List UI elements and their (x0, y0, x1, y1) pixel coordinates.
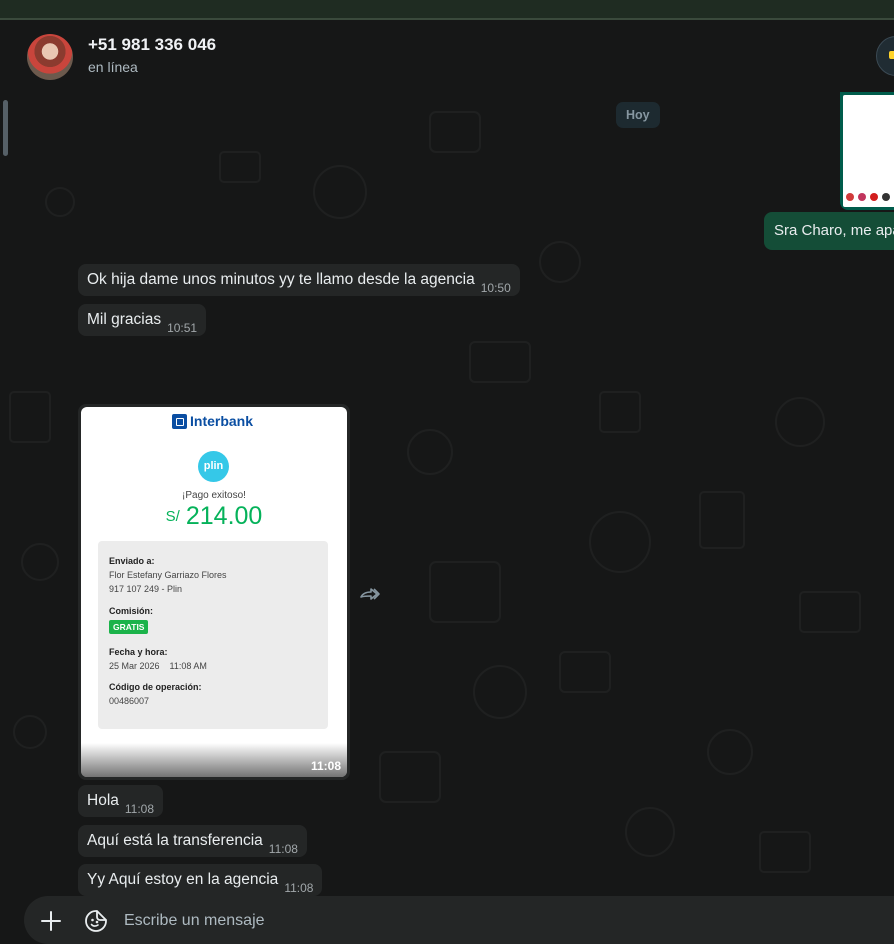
sent-to-phone: 917 107 249 - Plin (109, 584, 183, 594)
commission-badge: GRATIS (109, 620, 149, 634)
social-icons (846, 193, 890, 201)
yellow-badge-icon (889, 51, 894, 59)
sent-to-name: Flor Estefany Garriazo Flores (109, 570, 227, 580)
message-text: Ok hija dame unos minutos yy te llamo de… (87, 271, 475, 288)
sent-to-label: Enviado a: (109, 556, 155, 566)
incoming-message[interactable]: Yy Aquí estoy en la agencia 11:08 (78, 864, 323, 896)
chat-header[interactable]: +51 981 336 046 en línea (0, 20, 894, 92)
message-composer (0, 896, 894, 944)
forward-icon[interactable] (357, 582, 381, 606)
incoming-message[interactable]: Hola 11:08 (78, 785, 164, 817)
contact-status: en línea (88, 59, 138, 75)
message-text: Mil gracias (87, 311, 162, 328)
message-time: 11:08 (124, 802, 155, 816)
receipt-details: Enviado a: Flor Estefany Garriazo Flores… (98, 541, 328, 729)
datetime-value: 25 Mar 2026 11:08 AM (109, 661, 207, 671)
datetime-label: Fecha y hora: (109, 647, 168, 657)
scrollbar-thumb[interactable] (3, 100, 8, 156)
header-action-button[interactable] (876, 36, 894, 76)
incoming-message[interactable]: Ok hija dame unos minutos yy te llamo de… (78, 264, 520, 296)
message-list[interactable]: Hoy Sra Charo, me apa Ok hija dame unos … (0, 92, 894, 896)
payment-receipt-image[interactable]: Interbank plin ¡Pago exitoso! S/214.00 E… (81, 407, 347, 777)
message-input[interactable] (124, 908, 824, 934)
image-fade (81, 743, 347, 777)
message-text: Hola (87, 792, 119, 809)
contact-name[interactable]: +51 981 336 046 (88, 35, 216, 55)
message-text: Aquí está la transferencia (87, 832, 263, 849)
interbank-logo-icon (172, 413, 187, 429)
plus-icon[interactable] (40, 910, 62, 932)
commission-label: Comisión: (109, 606, 153, 616)
window-top-strip (0, 0, 894, 20)
operation-label: Código de operación: (109, 682, 202, 692)
contact-avatar[interactable] (27, 34, 73, 80)
incoming-image-message[interactable]: Interbank plin ¡Pago exitoso! S/214.00 E… (78, 404, 350, 780)
message-time: 10:50 (480, 281, 511, 295)
facebook-icon (846, 193, 854, 201)
outgoing-message[interactable]: Sra Charo, me apa (764, 212, 894, 250)
outgoing-image-message[interactable] (840, 92, 894, 210)
message-time: 10:51 (167, 321, 198, 335)
payment-status: ¡Pago exitoso! (182, 490, 246, 501)
payment-amount: S/214.00 (165, 502, 263, 530)
emoji-sticker-icon[interactable] (84, 909, 108, 933)
instagram-icon (858, 193, 866, 201)
interbank-logo: Interbank (172, 413, 253, 429)
outgoing-image[interactable] (843, 95, 894, 207)
message-time: 11:08 (310, 759, 341, 773)
message-time: 11:08 (268, 842, 298, 856)
incoming-message[interactable]: Mil gracias 10:51 (78, 304, 207, 336)
message-time: 11:08 (284, 881, 314, 895)
scrollbar[interactable] (0, 92, 10, 896)
plin-logo: plin (198, 451, 229, 482)
incoming-message[interactable]: Aquí está la transferencia 11:08 (78, 825, 307, 857)
tiktok-icon (882, 193, 890, 201)
date-separator: Hoy (616, 102, 660, 128)
youtube-icon (870, 193, 878, 201)
message-text: Yy Aquí estoy en la agencia (87, 871, 279, 888)
operation-value: 00486007 (109, 696, 150, 706)
